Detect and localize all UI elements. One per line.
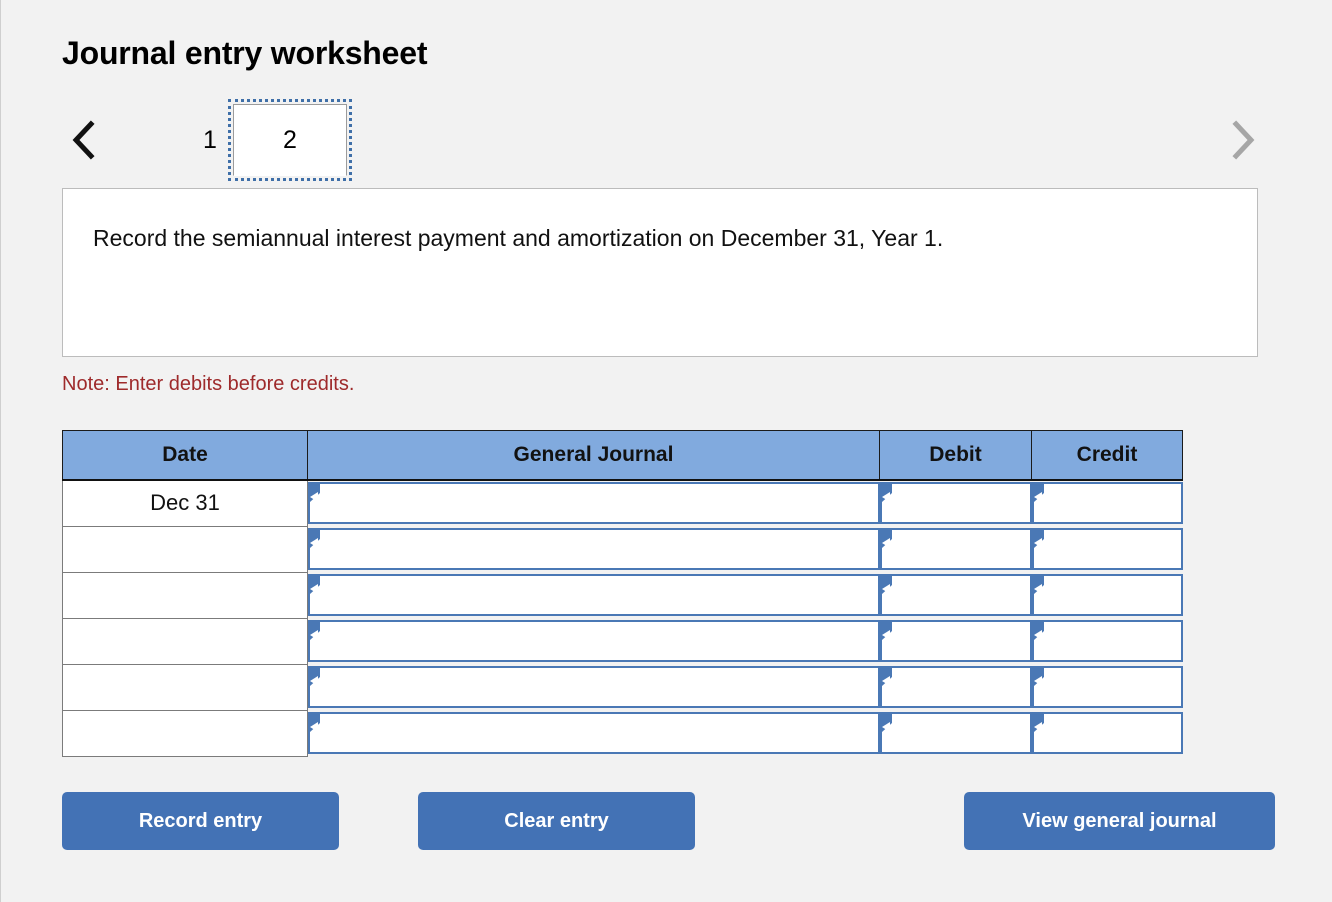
- date-cell-row-4[interactable]: [62, 618, 308, 665]
- general-journal-input-row-4[interactable]: [308, 619, 880, 662]
- entry-description-text: Record the semiannual interest payment a…: [93, 225, 944, 251]
- date-cell-row-6[interactable]: [62, 710, 308, 757]
- general-journal-cell-row-1: [308, 480, 880, 527]
- general-journal-input-row-5[interactable]: [308, 665, 880, 708]
- clear-entry-button[interactable]: Clear entry: [418, 792, 695, 850]
- debit-input-row-4[interactable]: [879, 619, 1032, 662]
- table-row: [62, 618, 1183, 665]
- debit-cell-row-6: [879, 711, 1032, 757]
- general-journal-input-row-3[interactable]: [308, 573, 880, 616]
- general-journal-cell-row-2: [308, 527, 880, 573]
- journal-entry-worksheet-page: Journal entry worksheet 1 2 Record the s…: [0, 0, 1332, 902]
- general-journal-cell-row-4: [308, 619, 880, 665]
- table-row: [62, 710, 1183, 757]
- table-row: [62, 572, 1183, 619]
- general-journal-cell-row-5: [308, 665, 880, 711]
- general-journal-input-row-2[interactable]: [308, 527, 880, 570]
- debit-cell-row-5: [879, 665, 1032, 711]
- column-header-credit: Credit: [1031, 430, 1183, 481]
- table-row: [62, 664, 1183, 711]
- worksheet-tab-2-label: 2: [283, 125, 297, 154]
- column-header-debit: Debit: [879, 430, 1032, 481]
- table-row: [62, 526, 1183, 573]
- credit-cell-row-6: [1031, 711, 1183, 757]
- general-journal-input-row-6[interactable]: [308, 711, 880, 754]
- date-cell-row-1[interactable]: Dec 31: [62, 479, 308, 527]
- credit-cell-row-5: [1031, 665, 1183, 711]
- credit-input-row-3[interactable]: [1031, 573, 1183, 616]
- worksheet-tab-1-label: 1: [203, 125, 217, 154]
- debit-input-row-5[interactable]: [879, 665, 1032, 708]
- column-header-general-journal: General Journal: [307, 430, 880, 481]
- debits-before-credits-note: Note: Enter debits before credits.: [62, 373, 355, 395]
- general-journal-input-row-1[interactable]: [308, 481, 880, 524]
- view-general-journal-button[interactable]: View general journal: [964, 792, 1275, 850]
- credit-input-row-6[interactable]: [1031, 711, 1183, 754]
- prev-entry-button[interactable]: [62, 104, 106, 176]
- debit-input-row-6[interactable]: [879, 711, 1032, 754]
- date-cell-row-5[interactable]: [62, 664, 308, 711]
- next-entry-button[interactable]: [1220, 104, 1264, 176]
- general-journal-cell-row-6: [308, 711, 880, 757]
- credit-cell-row-1: [1031, 480, 1183, 527]
- journal-entry-table: Date General Journal Debit Credit Dec 31: [62, 430, 1183, 757]
- credit-input-row-4[interactable]: [1031, 619, 1183, 662]
- chevron-left-icon: [70, 119, 98, 161]
- credit-cell-row-2: [1031, 527, 1183, 573]
- chevron-right-icon: [1228, 119, 1256, 161]
- credit-input-row-5[interactable]: [1031, 665, 1183, 708]
- table-row: Dec 31: [62, 479, 1183, 527]
- worksheet-tab-strip: 1 2: [62, 99, 1258, 189]
- record-entry-button[interactable]: Record entry: [62, 792, 339, 850]
- page-title: Journal entry worksheet: [62, 35, 428, 71]
- debit-input-row-3[interactable]: [879, 573, 1032, 616]
- debit-cell-row-1: [879, 480, 1032, 527]
- date-cell-row-3[interactable]: [62, 572, 308, 619]
- credit-input-row-2[interactable]: [1031, 527, 1183, 570]
- credit-cell-row-4: [1031, 619, 1183, 665]
- general-journal-cell-row-3: [308, 573, 880, 619]
- debit-cell-row-3: [879, 573, 1032, 619]
- worksheet-tab-2[interactable]: 2: [228, 99, 352, 181]
- debit-input-row-1[interactable]: [879, 481, 1032, 524]
- debit-cell-row-4: [879, 619, 1032, 665]
- date-cell-row-2[interactable]: [62, 526, 308, 573]
- credit-input-row-1[interactable]: [1031, 481, 1183, 524]
- column-header-date: Date: [62, 430, 308, 481]
- debit-cell-row-2: [879, 527, 1032, 573]
- journal-table-header-row: Date General Journal Debit Credit: [62, 430, 1183, 481]
- debit-input-row-2[interactable]: [879, 527, 1032, 570]
- entry-description-panel: Record the semiannual interest payment a…: [62, 188, 1258, 357]
- credit-cell-row-3: [1031, 573, 1183, 619]
